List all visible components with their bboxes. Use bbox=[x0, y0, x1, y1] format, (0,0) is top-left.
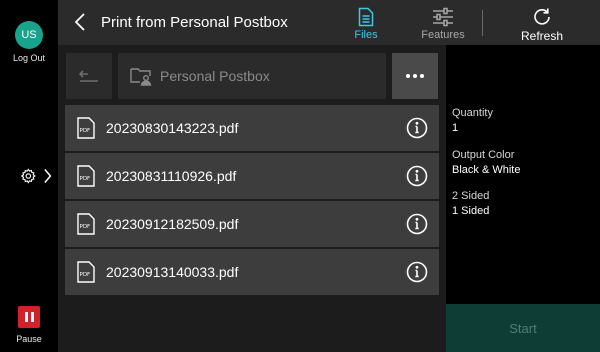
svg-text:PDF: PDF bbox=[80, 128, 91, 134]
more-dot bbox=[406, 74, 410, 78]
gear-icon bbox=[20, 168, 36, 184]
file-row[interactable]: PDF 20230831110926.pdf bbox=[65, 153, 439, 199]
pause-label: Pause bbox=[16, 334, 42, 344]
current-folder-box: Personal Postbox bbox=[118, 53, 386, 99]
pdf-file-icon: PDF bbox=[77, 117, 95, 139]
header-divider bbox=[482, 10, 483, 36]
two-sided-label: 2 Sided bbox=[452, 190, 490, 202]
device-settings-button[interactable] bbox=[20, 165, 52, 187]
output-color-value: Black & White bbox=[452, 164, 521, 176]
user-folder-icon bbox=[130, 68, 152, 86]
info-icon[interactable] bbox=[406, 165, 428, 187]
pause-icon-bar bbox=[24, 312, 28, 322]
tab-files[interactable]: Files bbox=[346, 0, 386, 45]
quantity-setting: Quantity 1 bbox=[452, 107, 493, 134]
chevron-right-icon bbox=[44, 169, 52, 183]
file-name: 20230831110926.pdf bbox=[106, 168, 237, 184]
quantity-label: Quantity bbox=[452, 107, 493, 119]
two-sided-value: 1 Sided bbox=[452, 205, 490, 217]
more-dot bbox=[413, 74, 417, 78]
tab-features-label: Features bbox=[421, 29, 465, 41]
file-browser: Personal Postbox PDF 20230830143223.pdf … bbox=[58, 45, 446, 352]
chevron-left-icon bbox=[74, 13, 85, 31]
info-icon[interactable] bbox=[406, 261, 428, 283]
current-folder-name: Personal Postbox bbox=[160, 68, 270, 84]
pdf-file-icon: PDF bbox=[77, 213, 95, 235]
document-icon bbox=[358, 7, 374, 27]
file-name: 20230913140033.pdf bbox=[106, 264, 239, 280]
tab-features[interactable]: Features bbox=[418, 0, 468, 45]
user-avatar[interactable]: US bbox=[15, 21, 43, 49]
svg-text:PDF: PDF bbox=[80, 224, 91, 230]
file-name: 20230912182509.pdf bbox=[106, 216, 239, 232]
more-options-button[interactable] bbox=[392, 53, 438, 99]
page-title: Print from Personal Postbox bbox=[101, 14, 288, 31]
parent-folder-button[interactable] bbox=[66, 53, 112, 99]
pause-button[interactable] bbox=[18, 306, 40, 328]
pdf-file-icon: PDF bbox=[77, 261, 95, 283]
pause-icon-bar bbox=[30, 312, 34, 322]
refresh-icon bbox=[534, 8, 550, 25]
output-color-label: Output Color bbox=[452, 149, 515, 161]
up-arrow-icon bbox=[78, 70, 98, 82]
refresh-button[interactable]: Refresh bbox=[516, 0, 568, 45]
output-color-setting: Output Color Black & White bbox=[452, 149, 520, 176]
header-bar: Print from Personal Postbox Files Featur… bbox=[58, 0, 600, 45]
file-row[interactable]: PDF 20230913140033.pdf bbox=[65, 249, 439, 295]
svg-text:PDF: PDF bbox=[80, 272, 91, 278]
refresh-label: Refresh bbox=[520, 29, 564, 43]
logout-label[interactable]: Log Out bbox=[0, 53, 58, 63]
svg-text:PDF: PDF bbox=[80, 176, 91, 182]
info-icon[interactable] bbox=[406, 117, 428, 139]
file-list: PDF 20230830143223.pdf PDF 2023083111092… bbox=[65, 105, 439, 297]
left-rail: US Log Out Pause bbox=[0, 0, 58, 352]
quantity-value: 1 bbox=[452, 122, 459, 134]
file-row[interactable]: PDF 20230830143223.pdf bbox=[65, 105, 439, 151]
avatar-initials: US bbox=[21, 29, 37, 41]
more-dot bbox=[420, 74, 424, 78]
two-sided-setting: 2 Sided 1 Sided bbox=[452, 190, 489, 217]
sliders-icon bbox=[433, 7, 453, 27]
print-settings-panel: Quantity 1 Output Color Black & White 2 … bbox=[446, 45, 600, 304]
file-name: 20230830143223.pdf bbox=[106, 120, 239, 136]
file-row[interactable]: PDF 20230912182509.pdf bbox=[65, 201, 439, 247]
tab-files-label: Files bbox=[354, 29, 378, 41]
start-button[interactable]: Start bbox=[446, 304, 600, 352]
pdf-file-icon: PDF bbox=[77, 165, 95, 187]
back-button[interactable] bbox=[70, 10, 92, 34]
info-icon[interactable] bbox=[406, 213, 428, 235]
